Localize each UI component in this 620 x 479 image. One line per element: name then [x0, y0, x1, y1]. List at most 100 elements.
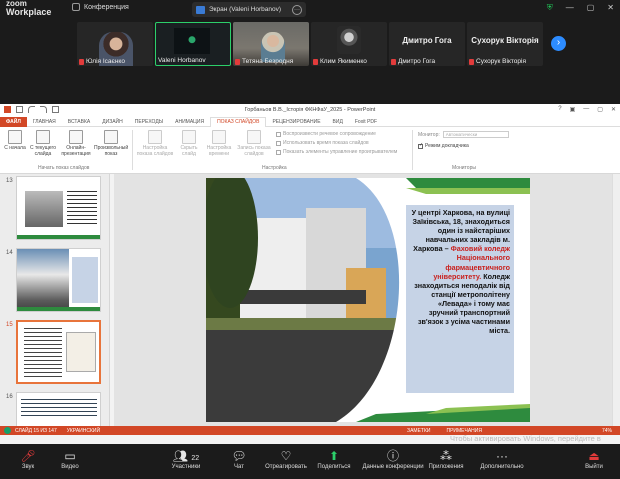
setup-show-button[interactable]: Настройка показа слайдов	[136, 130, 174, 157]
slide-thumbnail[interactable]	[16, 176, 101, 240]
record-show-button[interactable]: Запись показа слайдов	[236, 130, 272, 157]
grammarly-icon[interactable]	[4, 427, 11, 434]
narration-label: Воспроизвести речевое сопровождение	[283, 131, 376, 137]
setup-show-icon	[148, 130, 162, 144]
info-icon: ⓘ	[386, 449, 399, 463]
ribbon-slideshow: С начала С текущего слайда Онлайн-презен…	[0, 127, 620, 174]
ppt-window-title: Горбаньов В.В._Історія ФКНФаУ_2025 - Pow…	[244, 107, 376, 113]
custom-show-button[interactable]: Произвольный показ	[94, 130, 128, 157]
hide-slide-button[interactable]: Скрыть слайд	[176, 130, 202, 157]
zoom-level[interactable]: 74%	[602, 428, 612, 434]
more-icon: ···	[496, 449, 508, 463]
monitor-dropdown[interactable]: Автоматически	[442, 131, 509, 138]
participant-tile[interactable]: Сухорук Вікторія Сухорук Вікторія	[467, 22, 543, 66]
slide-text-box[interactable]: У центрі Харкова, на вулиці Заїківська, …	[406, 205, 514, 393]
conference-data-button[interactable]: ⓘ Данные конференции	[362, 448, 424, 470]
thumb-text	[67, 191, 97, 227]
thumb-photo	[25, 191, 63, 227]
participant-video	[174, 28, 210, 54]
record-show-icon	[247, 130, 261, 144]
participant-tile[interactable]: Дмитро Гога Дмитро Гога	[389, 22, 465, 66]
ppt-close-icon[interactable]: ✕	[611, 106, 616, 113]
timings-label: Использовать время показа слайдов	[283, 140, 369, 146]
leave-button[interactable]: ⏏ Выйти	[570, 448, 618, 470]
online-presentation-button[interactable]: Онлайн-презентация	[60, 130, 92, 157]
tab-slideshow[interactable]: ПОКАЗ СЛАЙДОВ	[210, 116, 267, 127]
notes-button[interactable]: ЗАМЕТКИ	[407, 428, 430, 434]
vertical-scrollbar[interactable]	[612, 174, 620, 427]
participant-tile[interactable]: Юлія Ісаєнко	[77, 22, 153, 66]
conference-data-label: Данные конференции	[362, 464, 424, 470]
tab-animations[interactable]: АНИМАЦИЯ	[169, 119, 210, 125]
share-screen-icon: ⬆	[328, 449, 340, 463]
restore-icon[interactable]: ▢	[587, 3, 595, 13]
apps-button[interactable]: ⁂ Приложения	[418, 448, 474, 470]
tab-review[interactable]: РЕЦЕНЗИРОВАНИЕ	[266, 119, 326, 125]
comments-button[interactable]: ПРИМЕЧАНИЯ	[446, 428, 482, 434]
ribbon-display-icon[interactable]: ▣	[570, 106, 576, 113]
monitor-select[interactable]: Монитор: Автоматически	[418, 131, 509, 138]
participant-tile-active[interactable]: Valeni Horbanov	[155, 22, 231, 66]
narration-checkbox[interactable]: Воспроизвести речевое сопровождение	[276, 131, 376, 137]
from-current-label: С текущего слайда	[29, 145, 57, 157]
more-button[interactable]: ··· Дополнительно	[474, 448, 530, 470]
window-controls: ⛨ — ▢ ✕	[547, 3, 614, 13]
muted-mic-icon	[79, 58, 84, 65]
participants-button[interactable]: 👥︎ 22 Участники	[158, 448, 214, 470]
presenter-view-checkbox[interactable]: Режим докладчика	[418, 142, 469, 149]
group-label-setup: Настройка	[262, 165, 287, 171]
tab-view[interactable]: ВИД	[327, 119, 349, 125]
checkbox-box-checked	[418, 142, 423, 149]
tab-home[interactable]: ГЛАВНАЯ	[27, 119, 62, 125]
participant-tile[interactable]: Клим Якименко	[311, 22, 387, 66]
rehearse-timings-button[interactable]: Настройка времени	[204, 130, 234, 157]
tab-insert[interactable]: ВСТАВКА	[62, 119, 96, 125]
from-current-button[interactable]: С текущего слайда	[28, 130, 58, 157]
participant-count: 22	[191, 455, 200, 462]
participant-tile[interactable]: Тетяна Безродня	[233, 22, 309, 66]
close-icon[interactable]: ✕	[607, 3, 614, 13]
tab-file[interactable]: ФАЙЛ	[0, 116, 27, 127]
tab-foxit-pdf[interactable]: Foxit PDF	[349, 119, 383, 125]
checkbox-box	[276, 140, 281, 146]
help-icon[interactable]: ?	[558, 106, 561, 113]
custom-show-icon	[104, 130, 118, 144]
thumb-accent	[17, 235, 100, 239]
participant-name-large: Сухорук Вікторія	[471, 36, 539, 45]
timings-checkbox[interactable]: Использовать время показа слайдов	[276, 140, 369, 146]
accent-top-lime	[406, 188, 530, 194]
participant-avatar	[337, 26, 361, 54]
from-start-button[interactable]: С начала	[2, 130, 28, 151]
tab-transitions[interactable]: ПЕРЕХОДЫ	[129, 119, 169, 125]
slide-thumbnail-selected[interactable]	[16, 320, 101, 384]
ppt-restore-icon[interactable]: ▢	[597, 106, 603, 113]
conference-icon	[72, 3, 80, 11]
security-shield-icon[interactable]: ⛨	[547, 3, 553, 13]
tab-design[interactable]: ДИЗАЙН	[96, 119, 129, 125]
slide-thumbnail[interactable]	[16, 248, 101, 312]
slide-thumbnail[interactable]	[16, 392, 101, 426]
video-button[interactable]: ▭ Видео	[42, 448, 98, 470]
slide-editor: У центрі Харкова, на вулиці Заїківська, …	[114, 174, 620, 427]
language-indicator[interactable]: УКРАИНСКИЙ	[67, 428, 100, 434]
thumb-document	[66, 332, 96, 372]
conference-info-button[interactable]: Конференция	[72, 3, 129, 11]
thumb-number: 13	[6, 178, 13, 184]
more-options-icon[interactable]: ···	[292, 4, 302, 15]
participant-name: Тетяна Безродня	[242, 58, 294, 65]
apps-icon: ⁂	[440, 449, 452, 463]
current-slide[interactable]: У центрі Харкова, на вулиці Заїківська, …	[206, 178, 530, 422]
ppt-minimize-icon[interactable]: —	[583, 106, 589, 113]
ribbon-tabs: ФАЙЛ ГЛАВНАЯ ВСТАВКА ДИЗАЙН ПЕРЕХОДЫ АНИ…	[0, 116, 620, 127]
group-label-monitors: Мониторы	[452, 165, 476, 171]
media-controls-checkbox[interactable]: Показать элементы управление проигрывате…	[276, 149, 397, 155]
thumb-accent	[17, 307, 100, 311]
zoom-top-panel: zoom Workplace Конференция Экран (Valeni…	[0, 0, 620, 104]
minimize-icon[interactable]: —	[566, 3, 574, 13]
from-start-label: С начала	[4, 145, 26, 151]
participant-name: Сухорук Вікторія	[476, 58, 526, 65]
screen-share-pill[interactable]: Экран (Valeni Horbanov) ···	[192, 2, 306, 17]
next-participants-button[interactable]: ›	[551, 36, 566, 51]
share-button[interactable]: ⬆ Поделиться	[306, 448, 362, 470]
ppt-window-controls: ? ▣ — ▢ ✕	[558, 106, 616, 113]
